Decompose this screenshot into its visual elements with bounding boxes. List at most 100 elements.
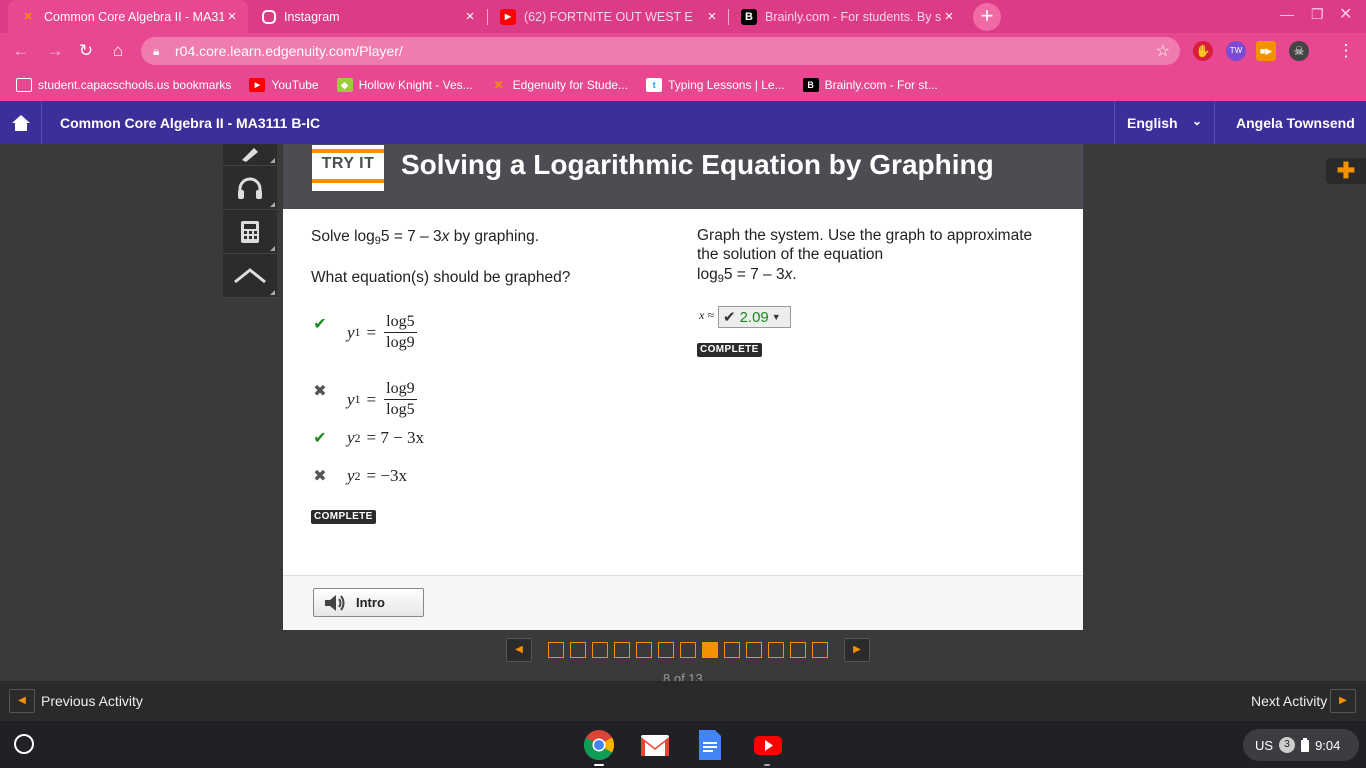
reload-icon[interactable]: ↻ (75, 41, 97, 61)
collapse-tool[interactable] (223, 254, 277, 298)
back-icon[interactable]: ← (10, 41, 32, 61)
close-tab-icon[interactable]: × (224, 8, 240, 25)
home-button[interactable] (0, 101, 42, 144)
chrome-icon[interactable] (583, 729, 615, 761)
page-indicator-10[interactable] (746, 642, 762, 658)
bookmark-icon: ◆ (336, 78, 353, 92)
activity-title: Solving a Logarithmic Equation by Graphi… (401, 149, 994, 180)
answer-dropdown[interactable]: ✔ 2.09 ▼ (718, 306, 791, 328)
restore-icon[interactable]: ❐ (1311, 6, 1324, 23)
tab-edgenuity[interactable]: ✕ Common Core Algebra II - MA31 × (8, 0, 248, 33)
docs-icon[interactable] (697, 729, 723, 761)
cross-icon: ✖ (313, 468, 327, 485)
checkmark-icon: ✔ (313, 430, 327, 447)
approx-label: x ≈ (699, 308, 714, 322)
answer-value: 2.09 (739, 308, 769, 326)
option-3[interactable]: ✔ y 2 = 7 − 3x (311, 428, 424, 448)
page-indicator-12[interactable] (790, 642, 806, 658)
close-tab-icon[interactable]: × (462, 8, 478, 25)
edgenuity-x-icon: ✕ (23, 11, 33, 23)
eq-subscript: 2 (354, 468, 361, 483)
page-indicator-5[interactable] (636, 642, 652, 658)
screen-record-extension-icon[interactable]: ■▶ (1256, 41, 1276, 61)
activity-header: TRY IT Solving a Logarithmic Equation by… (283, 144, 1083, 209)
page-indicator-4[interactable] (614, 642, 630, 658)
prev-page-button[interactable]: ◀ (506, 638, 532, 662)
eq-lhs: y (347, 466, 355, 485)
intro-button[interactable]: Intro (313, 588, 424, 617)
running-indicator (594, 764, 604, 766)
prompt-text: by graphing. (449, 228, 540, 245)
youtube-icon[interactable] (752, 729, 784, 761)
problem-statement: Solve log95 = 7 – 3x by graphing. (311, 227, 539, 251)
stop-hand-extension-icon[interactable]: ✋ (1193, 41, 1213, 61)
page-indicator-11[interactable] (768, 642, 784, 658)
page-indicator-7[interactable] (680, 642, 696, 658)
next-page-button[interactable]: ▶ (844, 638, 870, 662)
page-indicator-3[interactable] (592, 642, 608, 658)
page-indicator-8[interactable] (702, 642, 718, 658)
tab-youtube[interactable]: ▶ (62) FORTNITE OUT WEST E × (488, 0, 728, 33)
page-indicator-1[interactable] (548, 642, 564, 658)
equals: = (366, 389, 377, 409)
bookmark-brainly[interactable]: B Brainly.com - For st... (802, 78, 938, 92)
target-equation: log95 = 7 – 3x. (697, 265, 797, 289)
os-shelf: US 3 9:04 (0, 721, 1366, 768)
prompt-text: 5 = 7 – 3 (380, 228, 442, 245)
home-icon[interactable]: ⌂ (107, 41, 129, 61)
page-indicator-2[interactable] (570, 642, 586, 658)
equals: = (366, 322, 377, 342)
bookmark-edgenuity[interactable]: ✕ Edgenuity for Stude... (491, 78, 628, 92)
tab-title: (62) FORTNITE OUT WEST E (524, 9, 693, 24)
option-4[interactable]: ✖ y 2 = −3x (311, 466, 407, 486)
pencil-tool[interactable] (223, 144, 277, 166)
checkmark-icon: ✔ (723, 309, 736, 326)
complete-badge: COMPLETE (697, 343, 762, 357)
course-header: Common Core Algebra II - MA3111 B-IC Eng… (0, 101, 1366, 144)
bookmark-youtube[interactable]: ▶ YouTube (249, 78, 319, 92)
previous-activity-button[interactable]: ◀ (9, 689, 35, 713)
language-select[interactable]: English ⌄ (1114, 101, 1215, 144)
omnibox[interactable]: 🔒︎ ☆ (141, 37, 1180, 65)
equation: y 1 = log9 log5 (347, 380, 417, 419)
extension-tw-icon[interactable]: TW (1226, 41, 1246, 61)
menu-dots-icon[interactable]: ⋮ (1335, 41, 1357, 61)
next-activity-button[interactable]: ▶ (1330, 689, 1356, 713)
try-it-label: TRY IT (321, 155, 375, 172)
page-indicator-13[interactable] (812, 642, 828, 658)
bookmark-typing[interactable]: t Typing Lessons | Le... (646, 78, 785, 92)
option-2[interactable]: ✖ y 1 = log9 log5 (311, 362, 417, 419)
expand-plus-button[interactable]: ✚ (1326, 158, 1366, 184)
locale-label: US (1255, 737, 1274, 753)
clock: 9:04 (1315, 737, 1341, 753)
tab-instagram[interactable]: Instagram × (250, 0, 486, 33)
cross-icon: ✖ (313, 382, 327, 400)
close-window-icon[interactable]: ✕ (1339, 4, 1352, 24)
tab-brainly[interactable]: B Brainly.com - For students. By st × (729, 0, 965, 33)
page-indicator-9[interactable] (724, 642, 740, 658)
calculator-tool[interactable] (223, 210, 277, 254)
tab-title: Brainly.com - For students. By st (765, 9, 941, 24)
audio-tool[interactable] (223, 166, 277, 210)
page-indicator-6[interactable] (658, 642, 674, 658)
previous-activity-label[interactable]: Previous Activity (41, 693, 143, 709)
bookmark-star-icon[interactable]: ☆ (1156, 41, 1170, 61)
minimize-icon[interactable]: — (1280, 6, 1294, 22)
url-input[interactable] (175, 43, 1075, 59)
skull-extension-icon[interactable]: ☠ (1289, 41, 1309, 61)
close-tab-icon[interactable]: × (941, 8, 957, 25)
brainly-icon: B (741, 8, 757, 25)
instruction-text: Graph the system. Use the graph to appro… (697, 227, 1033, 263)
bookmark-hollow-knight[interactable]: ◆ Hollow Knight - Ves... (336, 78, 473, 92)
new-tab-button[interactable]: + (973, 3, 1001, 31)
option-1[interactable]: ✔ y 1 = log5 log9 (311, 295, 417, 352)
close-tab-icon[interactable]: × (704, 8, 720, 25)
forward-icon[interactable]: → (44, 41, 66, 61)
next-activity-label[interactable]: Next Activity (1251, 693, 1327, 709)
status-tray[interactable]: US 3 9:04 (1243, 729, 1359, 761)
user-name[interactable]: Angela Townsend (1236, 115, 1355, 131)
launcher-icon[interactable] (14, 734, 34, 754)
bookmark-student-folder[interactable]: student.capacschools.us bookmarks (16, 78, 231, 92)
gmail-icon[interactable] (639, 729, 671, 761)
headphones-icon (238, 177, 262, 199)
